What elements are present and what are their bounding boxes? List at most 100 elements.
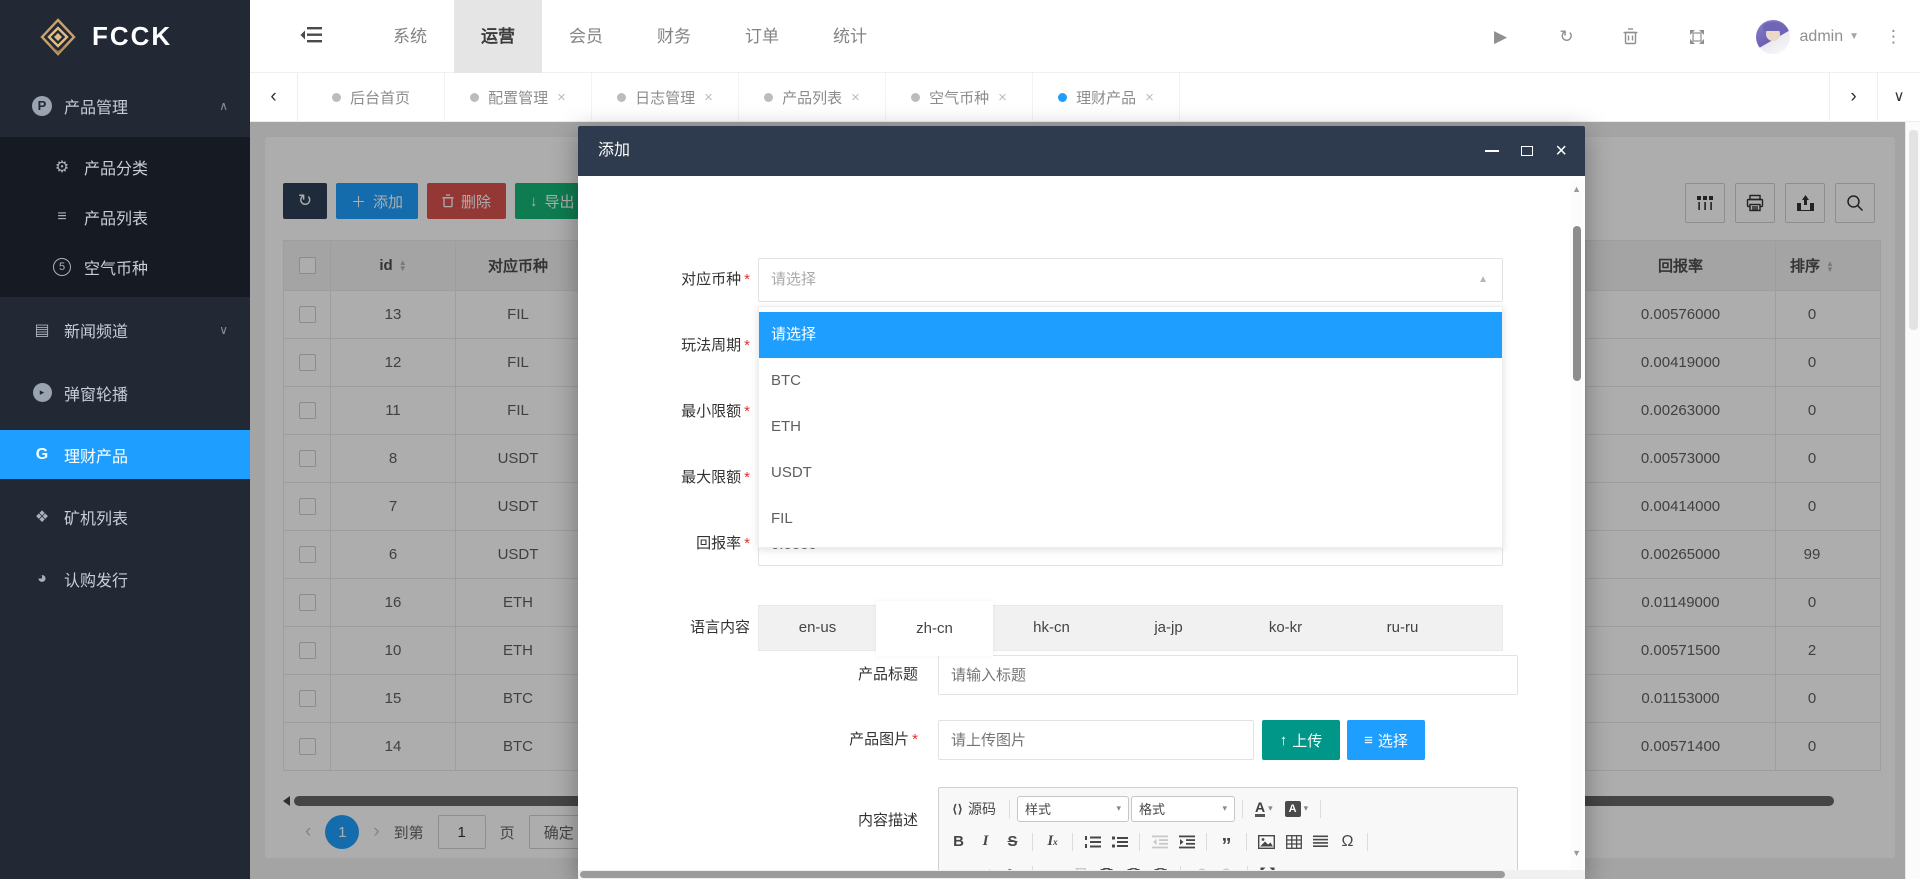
- scroll-up-icon[interactable]: ▲: [1572, 184, 1581, 194]
- divider: [1246, 833, 1247, 851]
- style-combo[interactable]: 样式▾: [1017, 796, 1129, 822]
- bg-color-button[interactable]: A▾: [1280, 796, 1314, 822]
- dialog-controls: ×: [1485, 126, 1567, 176]
- source-code-button[interactable]: ⟨⟩源码: [946, 796, 1002, 822]
- chevron-up-icon: ∧: [219, 99, 228, 113]
- tab-close-icon[interactable]: ×: [851, 89, 860, 106]
- product-image-input[interactable]: [938, 720, 1254, 760]
- topnav-item[interactable]: 订单: [718, 0, 806, 73]
- sidebar-item-miner-list[interactable]: ❖ 矿机列表: [0, 492, 250, 541]
- tab-status-dot: [764, 93, 773, 102]
- table-icon[interactable]: [1281, 829, 1306, 855]
- select-caret-up-icon: ▲: [1478, 259, 1488, 301]
- page-scrollbar-thumb[interactable]: [1909, 130, 1918, 330]
- page-tab[interactable]: 空气币种 ×: [886, 73, 1033, 122]
- topnav-item[interactable]: 财务: [630, 0, 718, 73]
- blockquote-icon[interactable]: ”: [1214, 829, 1239, 855]
- format-combo[interactable]: 格式▾: [1131, 796, 1235, 822]
- horizontal-rule-icon[interactable]: [1308, 829, 1333, 855]
- tab-close-icon[interactable]: ×: [1145, 89, 1154, 106]
- refresh-icon[interactable]: ↻: [1557, 27, 1577, 47]
- username[interactable]: admin: [1800, 28, 1844, 46]
- tab-close-icon[interactable]: ×: [998, 89, 1007, 106]
- text-color-button[interactable]: A▾: [1250, 796, 1278, 822]
- dropdown-option[interactable]: BTC: [759, 358, 1502, 404]
- divider: [1242, 800, 1243, 818]
- language-tab[interactable]: ja-jp: [1110, 606, 1227, 650]
- remove-format-icon[interactable]: Ix: [1040, 829, 1065, 855]
- sidebar-group-label: 产品管理: [64, 94, 128, 118]
- trash-icon[interactable]: [1623, 28, 1643, 45]
- bold-icon[interactable]: B: [946, 829, 971, 855]
- dropdown-option[interactable]: USDT: [759, 450, 1502, 496]
- fullscreen-icon[interactable]: [1689, 29, 1709, 45]
- special-char-icon[interactable]: Ω: [1335, 829, 1360, 855]
- language-tab[interactable]: ru-ru: [1344, 606, 1461, 650]
- ordered-list-icon[interactable]: [1080, 829, 1105, 855]
- topnav-item[interactable]: 运营: [454, 0, 542, 73]
- language-tab[interactable]: ko-kr: [1227, 606, 1344, 650]
- scroll-down-icon[interactable]: ▼: [1572, 848, 1581, 858]
- tab-label: 产品列表: [782, 87, 842, 108]
- language-tabs: en-uszh-cnhk-cnja-jpko-krru-ru: [758, 605, 1503, 651]
- tabs-scroll-right-icon[interactable]: ›: [1829, 73, 1877, 122]
- play-icon[interactable]: ▶: [1491, 27, 1511, 47]
- sidebar-item-product-category[interactable]: ⚙ 产品分类: [0, 142, 250, 192]
- sidebar-group-news-channel[interactable]: ▤ 新闻频道 ∨: [0, 305, 250, 354]
- rich-text-editor: ⟨⟩源码 样式▾ 格式▾ A▾ A▾ B I S Ix: [938, 787, 1518, 879]
- maximize-icon[interactable]: [1521, 146, 1533, 156]
- user-caret-down-icon[interactable]: ▼: [1849, 31, 1859, 42]
- language-tab[interactable]: zh-cn: [876, 601, 993, 656]
- indent-icon[interactable]: [1174, 829, 1199, 855]
- topnav-item[interactable]: 系统: [366, 0, 454, 73]
- dropdown-option[interactable]: ETH: [759, 404, 1502, 450]
- page-tab[interactable]: 理财产品 ×: [1033, 73, 1180, 122]
- page-tab[interactable]: 配置管理 ×: [445, 73, 592, 122]
- language-tab[interactable]: hk-cn: [993, 606, 1110, 650]
- g-icon: G: [30, 446, 54, 464]
- brand-logo: FCCK: [0, 0, 250, 73]
- page-scrollbar[interactable]: [1905, 122, 1920, 879]
- italic-icon[interactable]: I: [973, 829, 998, 855]
- outdent-icon[interactable]: [1147, 829, 1172, 855]
- dialog-scrollbar-thumb[interactable]: [1573, 226, 1581, 381]
- close-icon[interactable]: ×: [1555, 141, 1567, 161]
- product-title-input[interactable]: [938, 655, 1518, 695]
- page-tab[interactable]: 日志管理 ×: [592, 73, 739, 122]
- required-mark: *: [744, 337, 750, 354]
- image-icon[interactable]: [1254, 829, 1279, 855]
- tab-close-icon[interactable]: ×: [557, 89, 566, 106]
- coin-select[interactable]: 请选择 ▲: [758, 258, 1503, 302]
- topnav-item[interactable]: 统计: [806, 0, 894, 73]
- caret-down-icon: ▾: [1268, 803, 1273, 814]
- language-tab[interactable]: en-us: [759, 606, 876, 650]
- page-tabs: 后台首页 × 配置管理 × 日志管理 × 产品列表: [298, 73, 1180, 122]
- dialog-hscrollbar-thumb[interactable]: [580, 871, 1505, 878]
- dialog-horizontal-scrollbar[interactable]: [578, 870, 1585, 879]
- minimize-icon[interactable]: [1485, 150, 1499, 152]
- avatar[interactable]: [1756, 20, 1790, 54]
- sidebar-item-subscription-issue[interactable]: ◕ 认购发行: [0, 554, 250, 603]
- choose-button[interactable]: ≡选择: [1347, 720, 1425, 760]
- strikethrough-icon[interactable]: S: [1000, 829, 1025, 855]
- tab-close-icon[interactable]: ×: [704, 89, 713, 106]
- upload-button[interactable]: ↑上传: [1262, 720, 1340, 760]
- sidebar-item-product-list[interactable]: ≡ 产品列表: [0, 192, 250, 242]
- tabs-menu-icon[interactable]: ∨: [1877, 73, 1920, 122]
- sidebar-item-air-coin[interactable]: 5 空气币种: [0, 242, 250, 292]
- dropdown-option[interactable]: FIL: [759, 496, 1502, 542]
- sidebar-group-product-mgmt[interactable]: P 产品管理 ∧: [0, 81, 250, 130]
- sidebar-item-finance-product[interactable]: G 理财产品: [0, 430, 250, 479]
- field-label-desc: 内容描述: [808, 801, 918, 841]
- page-tab[interactable]: 产品列表 ×: [739, 73, 886, 122]
- topnav-item[interactable]: 会员: [542, 0, 630, 73]
- dialog-header[interactable]: 添加 ×: [578, 126, 1585, 176]
- tabs-scroll-left-icon[interactable]: ‹: [250, 73, 298, 122]
- sidebar: FCCK P 产品管理 ∧ ⚙ 产品分类 ≡ 产品列表 5 空气币种 ▤ 新闻频…: [0, 0, 250, 879]
- sidebar-item-popup-carousel[interactable]: ▸ 弹窗轮播: [0, 368, 250, 417]
- dropdown-option[interactable]: 请选择: [759, 312, 1502, 358]
- more-menu-icon[interactable]: ⋮: [1885, 27, 1902, 47]
- collapse-menu-icon[interactable]: [300, 26, 322, 44]
- page-tab[interactable]: 后台首页 ×: [298, 73, 445, 122]
- unordered-list-icon[interactable]: [1107, 829, 1132, 855]
